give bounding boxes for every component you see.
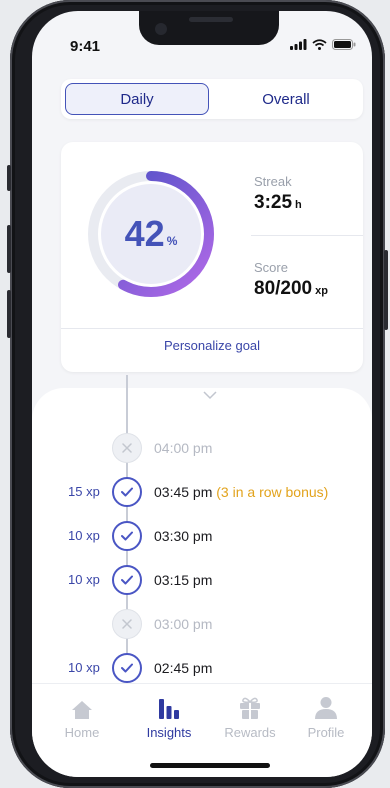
timeline-done-node [112,565,142,595]
period-tabs: Daily Overall [61,79,363,119]
nav-home[interactable]: Home [47,694,117,740]
timeline-row: 03:00 pm [32,608,372,640]
score-value-wrap: 80/200 xp [254,278,328,300]
nav-profile[interactable]: Profile [291,694,361,740]
phone-frame: 9:41 Daily Overall 42 % Streak 3:25 h Sc… [7,0,388,788]
check-icon [121,531,133,541]
close-icon [122,443,132,453]
insights-icon [159,699,179,719]
mute-switch [7,165,11,191]
timeline-entry: 02:45 pm [154,660,212,676]
timeline-missed-node [112,433,142,463]
check-icon [121,575,133,585]
timeline-done-node [112,521,142,551]
chevron-down-icon[interactable] [203,391,217,400]
streak-unit: h [295,199,302,211]
streak-value: 3:25 [254,192,293,213]
timeline-time: 02:45 pm [154,660,213,676]
nav-rewards[interactable]: Rewards [215,694,285,740]
progress-card: 42 % Streak 3:25 h Score 80/200 xp Persona… [61,142,363,372]
timeline-row: 10 xp 03:15 pm [32,564,372,596]
nav-insights[interactable]: Insights [134,694,204,740]
nav-profile-label: Profile [307,725,345,740]
timeline-xp: 10 xp [68,528,100,543]
timeline-time: 03:00 pm [154,616,213,632]
progress-percent-value: 42 [124,213,165,254]
timeline-entry: 04:00 pm [154,440,212,456]
nav-home-label: Home [64,725,100,740]
stats-divider [251,235,363,236]
timeline-row: 10 xp 02:45 pm [32,652,372,684]
nav-rewards-label: Rewards [224,725,276,740]
wifi-icon [312,39,327,50]
status-time: 9:41 [70,38,101,55]
profile-icon [315,697,337,719]
tab-daily[interactable]: Daily [65,83,209,115]
front-camera [155,23,167,35]
timeline-entry: 03:45 pm (3 in a row bonus) [154,484,328,500]
score-unit: xp [315,285,328,297]
timeline-done-node [112,653,142,683]
volume-down-button [7,290,11,338]
personalize-goal-link[interactable]: Personalize goal [61,338,363,353]
battery-icon [332,39,356,50]
volume-up-button [7,225,11,273]
streak-label: Streak [254,174,292,189]
progress-percent: 42 % [79,162,223,306]
cellular-signal-icon [290,39,307,50]
timeline-time: 03:30 pm [154,528,213,544]
timeline-entry: 03:30 pm [154,528,212,544]
home-indicator [150,763,270,768]
progress-ring: 42 % [79,162,223,306]
activity-sheet: 04:00 pm 15 xp 03:45 pm (3 in a row bonus)… [32,388,372,698]
close-icon [122,619,132,629]
home-icon [72,701,92,719]
timeline-xp: 10 xp [68,660,100,675]
timeline-time: 03:45 pm [154,484,213,500]
timeline-row: 10 xp 03:30 pm [32,520,372,552]
timeline-row: 15 xp 03:45 pm (3 in a row bonus) [32,476,372,508]
card-divider [61,328,363,329]
power-button [384,250,388,330]
score-label: Score [254,260,288,275]
timeline-done-node [112,477,142,507]
timeline-row: 04:00 pm [32,432,372,464]
timeline-time: 03:15 pm [154,572,213,588]
nav-insights-label: Insights [146,725,192,740]
check-icon [121,487,133,497]
status-icons [290,39,356,50]
timeline-bonus-note: (3 in a row bonus) [216,484,329,500]
timeline-xp: 10 xp [68,572,100,587]
timeline-entry: 03:00 pm [154,616,212,632]
check-icon [121,663,133,673]
timeline-entry: 03:15 pm [154,572,212,588]
notch [139,11,279,45]
streak-value-wrap: 3:25 h [254,192,302,214]
timeline-xp: 15 xp [68,484,100,499]
screen: 9:41 Daily Overall 42 % Streak 3:25 h Sc… [32,11,372,777]
progress-percent-symbol: % [166,234,178,248]
gift-icon [240,697,260,719]
earpiece-speaker [189,17,233,22]
timeline-time: 04:00 pm [154,440,213,456]
tab-overall[interactable]: Overall [213,83,359,115]
timeline-missed-node [112,609,142,639]
score-value: 80/200 [254,278,313,299]
